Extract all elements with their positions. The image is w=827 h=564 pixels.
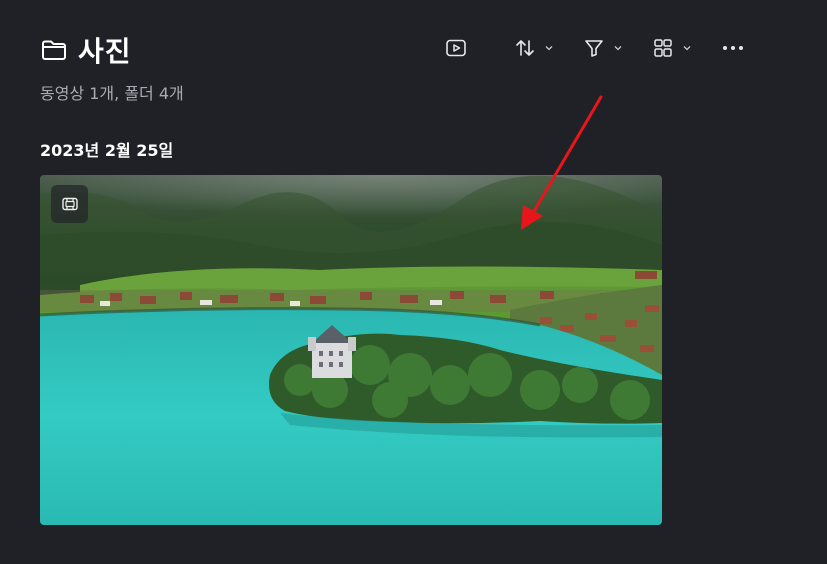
folder-icon xyxy=(40,36,68,64)
view-icon xyxy=(654,39,672,57)
video-badge-icon xyxy=(61,197,78,211)
sort-button[interactable] xyxy=(514,33,554,63)
video-badge xyxy=(51,185,88,223)
chevron-down-icon xyxy=(545,46,553,51)
toolbar xyxy=(445,33,745,63)
view-options-button[interactable] xyxy=(652,33,692,63)
sort-icon xyxy=(516,40,534,56)
lake-landscape-image xyxy=(40,175,662,525)
date-group-header: 2023년 2월 25일 xyxy=(40,141,174,160)
slideshow-button[interactable] xyxy=(445,33,467,63)
page-title: 사진 xyxy=(78,35,132,68)
more-options-button[interactable] xyxy=(721,33,745,63)
chevron-down-icon xyxy=(614,46,622,51)
folder-summary: 동영상 1개, 폴더 4개 xyxy=(40,84,184,103)
filter-icon xyxy=(585,40,603,57)
play-icon xyxy=(446,39,466,57)
page-header: 사진 xyxy=(40,30,132,70)
filter-button[interactable] xyxy=(583,33,623,63)
video-thumbnail[interactable] xyxy=(40,175,662,525)
chevron-down-icon xyxy=(683,46,691,51)
more-icon xyxy=(723,46,743,50)
